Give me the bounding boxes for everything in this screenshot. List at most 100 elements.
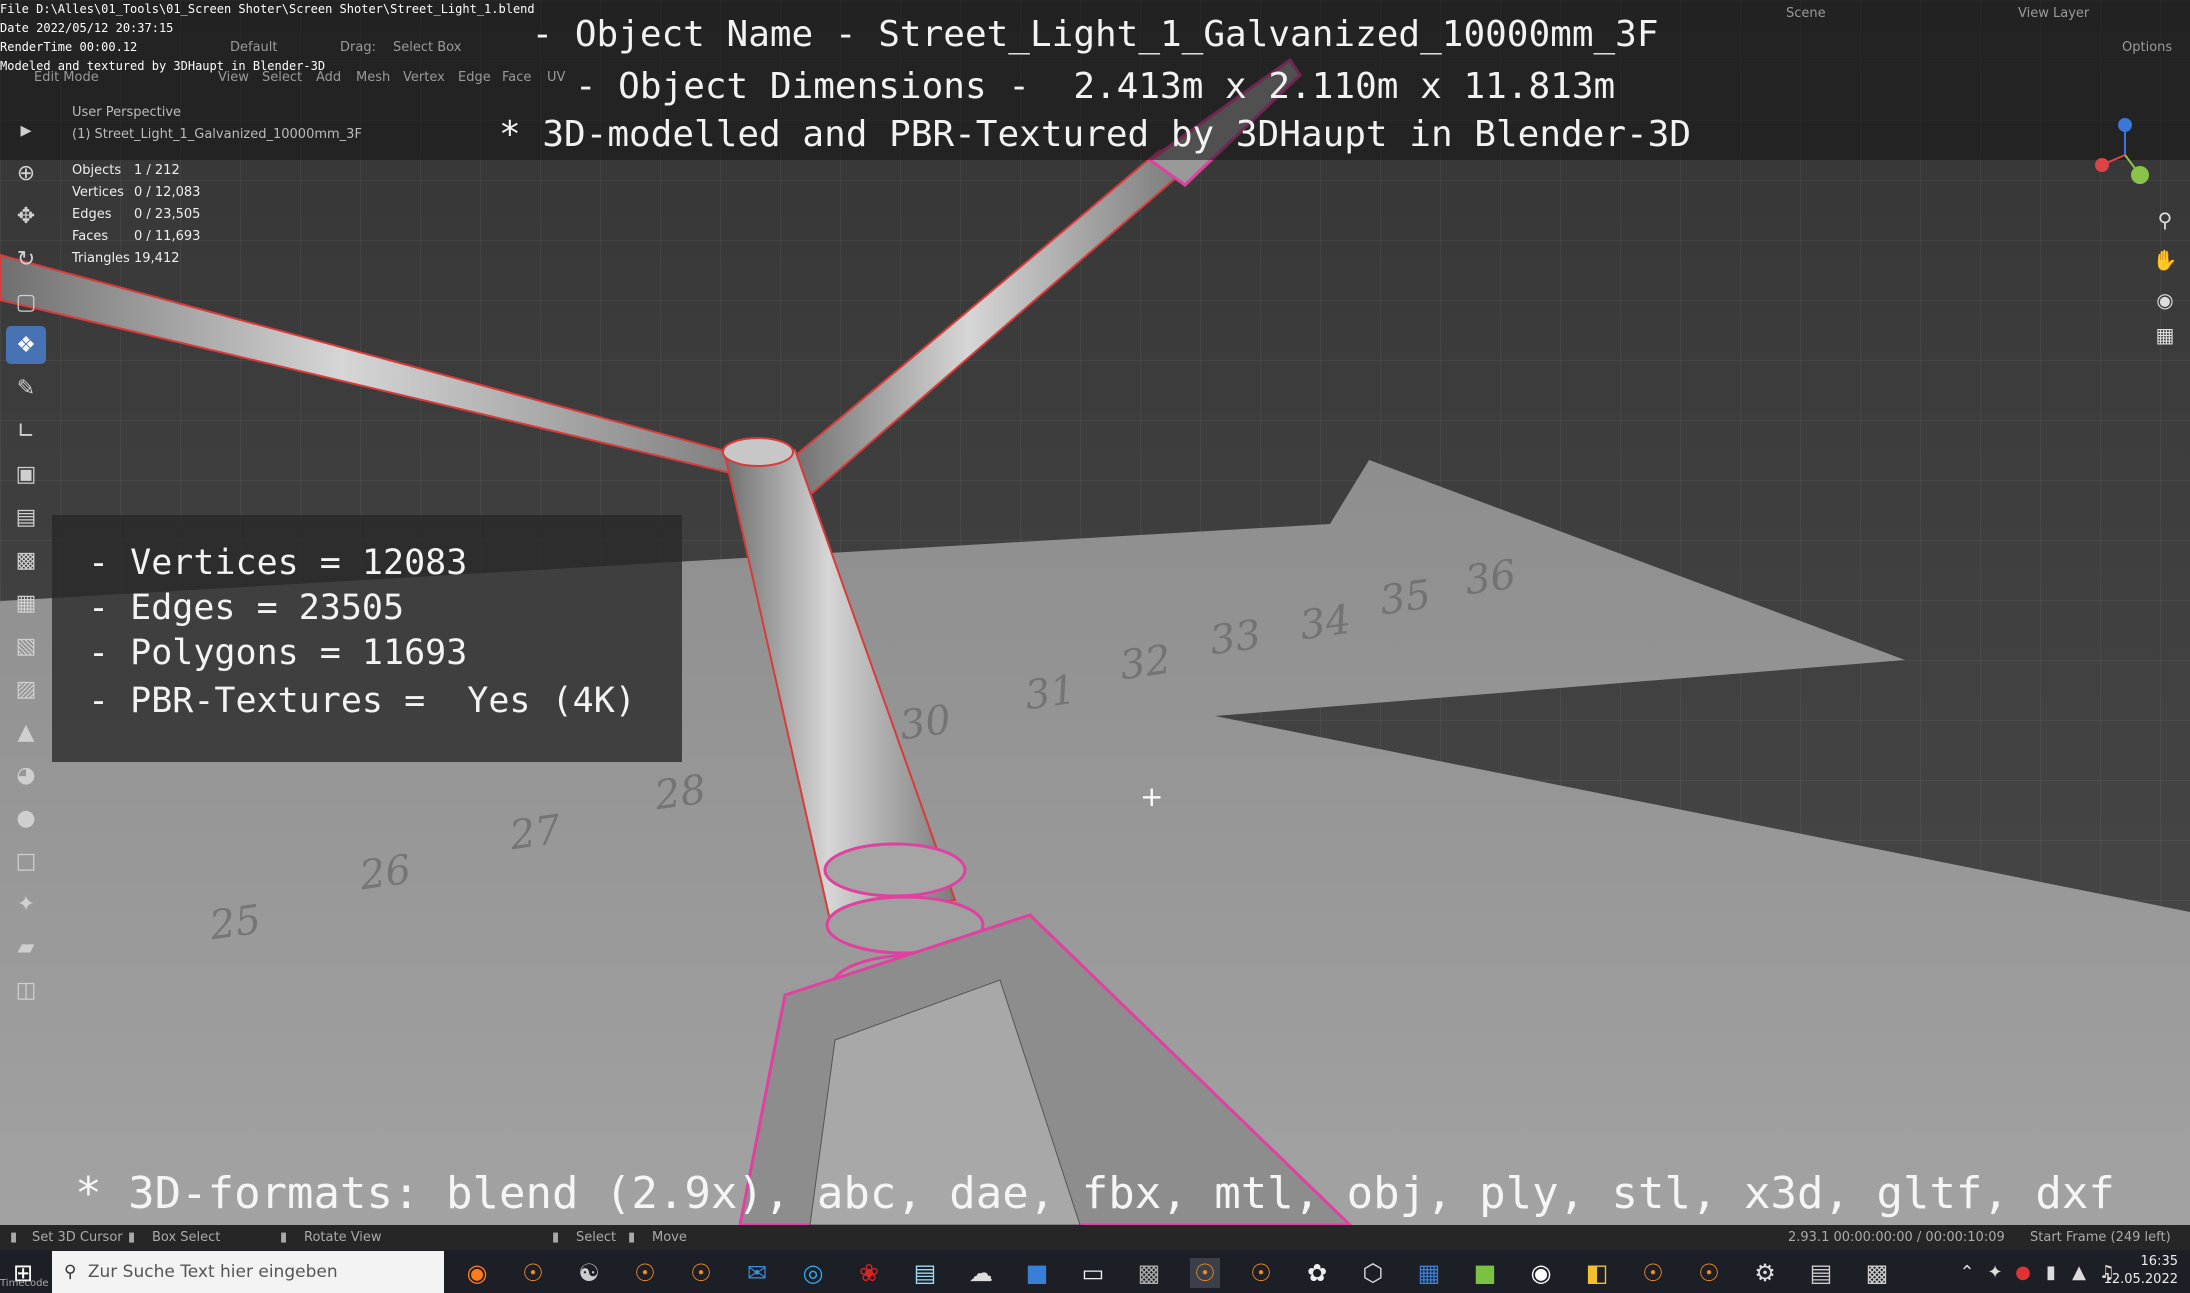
taskbar-clock[interactable]: 16:35 12.05.2022 [2104,1253,2178,1289]
status-set-cursor: Set 3D Cursor [32,1230,123,1245]
app-icon[interactable]: ◉ [1526,1258,1556,1288]
taskbar-search-box[interactable]: ⚲ Zur Suche Text hier eingeben [52,1251,444,1293]
edges-line: - Edges = 23505 [88,588,405,628]
navigation-gizmo[interactable] [2080,110,2170,200]
right-arm [788,148,1187,497]
edge-browser-icon[interactable]: ◎ [798,1258,828,1288]
status-bar: ▮ Set 3D Cursor ▮ Box Select ▮ Rotate Vi… [0,1225,2190,1250]
nvidia-icon[interactable]: ■ [1470,1258,1500,1288]
cursor-tool-icon[interactable]: ⊕ [6,154,46,192]
loop-cut-tool-icon[interactable]: ▧ [6,627,46,665]
transform-tool-icon[interactable]: ❖ [6,326,46,364]
blender-icon[interactable]: ☉ [518,1258,548,1288]
calendar-icon[interactable]: ▦ [1414,1258,1444,1288]
mouse-left-icon: ▮ [552,1230,560,1245]
inset-tool-icon[interactable]: ▩ [6,541,46,579]
status-rotate-view: Rotate View [304,1230,382,1245]
status-select: Select [576,1230,617,1245]
mesh-stats-overlay: - Vertices = 12083 - Edges = 23505 - Pol… [52,515,682,762]
blender-icon[interactable]: ☉ [630,1258,660,1288]
app-icon[interactable]: ▤ [1806,1258,1836,1288]
mail-icon[interactable]: ✉ [742,1258,772,1288]
ortho-grid-icon[interactable]: ▦ [2150,320,2180,350]
app-icon[interactable]: ▩ [1134,1258,1164,1288]
cube-icon[interactable]: ⬡ [1358,1258,1388,1288]
3d-viewport[interactable]: 25 26 27 28 30 31 32 33 34 35 36 + File … [0,0,2190,1225]
tray-icon[interactable]: ✦ [1980,1258,2010,1288]
polygons-line: - Polygons = 11693 [88,633,468,673]
battery-icon[interactable]: ▮ [2036,1258,2066,1288]
stat-value: 1 / 212 [134,163,180,178]
select-tool-icon[interactable]: ▸ [6,111,46,149]
spin-tool-icon[interactable]: ◕ [6,756,46,794]
annotate-tool-icon[interactable]: ✎ [6,369,46,407]
gizmo-y-axis [2131,166,2149,184]
viewport-statistics: Objects 1 / 212 Vertices 0 / 12,083 Edges 0… [72,160,200,270]
status-move: Move [652,1230,687,1245]
chrome-icon[interactable]: ☯ [574,1258,604,1288]
pan-hand-icon[interactable]: ✋ [2150,245,2180,275]
shrink-fatten-tool-icon[interactable]: ✦ [6,885,46,923]
search-icon: ⚲ [64,1262,77,1282]
mouse-middle-icon: ▮ [128,1230,136,1245]
blender-icon[interactable]: ☉ [1638,1258,1668,1288]
add-cube-tool-icon[interactable]: ▣ [6,455,46,493]
poly-build-tool-icon[interactable]: ▲ [6,713,46,751]
app-icon[interactable]: ■ [1022,1258,1052,1288]
tray-icon[interactable]: ● [2008,1258,2038,1288]
bevel-tool-icon[interactable]: ▦ [6,584,46,622]
formats-line: * 3D-formats: blend (2.9x), abc, dae, fb… [75,1168,2115,1219]
firefox-icon[interactable]: ◉ [462,1258,492,1288]
move-tool-icon[interactable]: ✥ [6,197,46,235]
stat-value: 0 / 11,693 [134,229,201,244]
network-icon[interactable]: ▲ [2064,1258,2094,1288]
app-icon[interactable]: ▩ [1862,1258,1892,1288]
status-version-time: 2.93.1 00:00:00:00 / 00:00:10:09 [1788,1230,2005,1245]
measure-tool-icon[interactable]: ∟ [6,412,46,450]
blender-icon[interactable]: ☉ [1694,1258,1724,1288]
blender-icon[interactable]: ☉ [686,1258,716,1288]
extrude-tool-icon[interactable]: ▤ [6,498,46,536]
app-icon[interactable]: ☁ [966,1258,996,1288]
left-arm [0,253,763,482]
knife-tool-icon[interactable]: ▨ [6,670,46,708]
crosshair-cursor: + [1140,780,1164,813]
rip-tool-icon[interactable]: ◫ [6,971,46,1009]
object-name-line: - Object Name - Street_Light_1_Galvanize… [531,14,1659,55]
zoom-icon[interactable]: ⚲ [2150,205,2180,235]
view-perspective-label: User Perspective [72,105,182,120]
pbr-textures-line: - PBR-Textures = Yes (4K) [88,681,636,721]
tool-shelf: ▸ ⊕ ✥ ↻ ▢ ❖ ✎ ∟ ▣ ▤ ▩ ▦ ▧ ▨ ▲ ◕ ● □ ✦ ▰ … [6,108,52,1014]
gizmo-z-axis [2118,118,2132,132]
stat-key: Edges [72,207,112,222]
terminal-icon[interactable]: ▭ [1078,1258,1108,1288]
edge-slide-tool-icon[interactable]: □ [6,842,46,880]
app-icon[interactable]: ❀ [854,1258,884,1288]
smooth-tool-icon[interactable]: ● [6,799,46,837]
folder-icon[interactable]: ◧ [1582,1258,1612,1288]
stat-key: Objects [72,163,122,178]
pole-ring-1 [823,842,967,898]
blender-active-icon[interactable]: ☉ [1190,1258,1220,1288]
status-box-select: Box Select [152,1230,221,1245]
mouse-right-icon: ▮ [628,1230,636,1245]
blender-icon[interactable]: ☉ [1246,1258,1276,1288]
stat-key: Faces [72,229,109,244]
clock-time: 16:35 [2140,1254,2178,1269]
mouse-right-icon: ▮ [280,1230,288,1245]
notes-icon[interactable]: ▤ [910,1258,940,1288]
stat-key: Vertices [72,185,124,200]
active-object-label: (1) Street_Light_1_Galvanized_10000mm_3F [72,127,362,142]
timecode-label: Timecode [0,1278,49,1289]
settings-gear-icon[interactable]: ⚙ [1750,1258,1780,1288]
stat-value: 0 / 12,083 [134,185,201,200]
camera-view-icon[interactable]: ◉ [2150,285,2180,315]
pole-top-cap [722,437,794,467]
shear-tool-icon[interactable]: ▰ [6,928,46,966]
rotate-tool-icon[interactable]: ↻ [6,240,46,278]
tray-chevron-icon[interactable]: ⌃ [1952,1258,1982,1288]
panda-icon[interactable]: ✿ [1302,1258,1332,1288]
scale-tool-icon[interactable]: ▢ [6,283,46,321]
clock-date: 12.05.2022 [2103,1272,2178,1287]
gizmo-x-axis [2095,158,2109,172]
